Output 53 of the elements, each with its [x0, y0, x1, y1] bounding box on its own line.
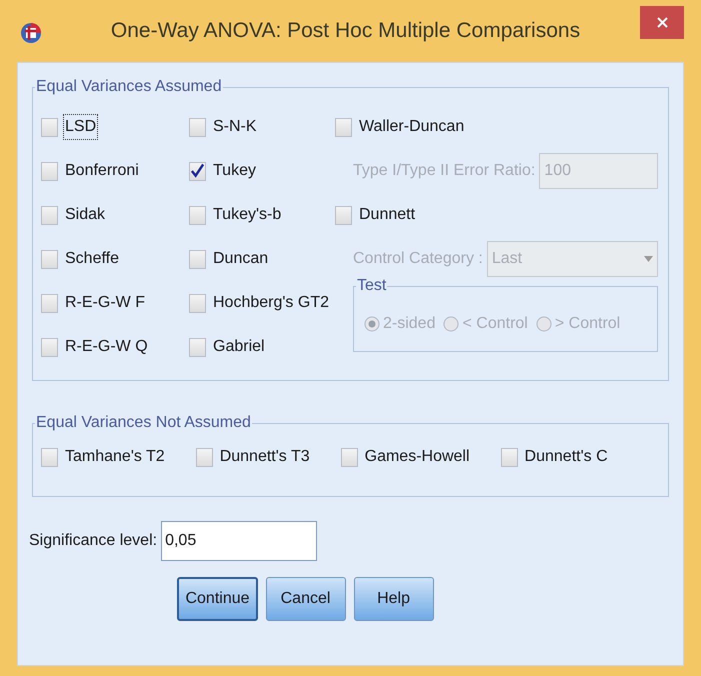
- checkbox[interactable]: [335, 206, 352, 224]
- field-label: Significance level:: [29, 531, 158, 551]
- dialog-button[interactable]: Cancel: [266, 577, 346, 621]
- checkbox[interactable]: [189, 250, 206, 268]
- checkbox-label: Gabriel: [212, 337, 266, 357]
- checkbox-label: LSD: [64, 115, 98, 139]
- checkbox-label: Scheffe: [64, 249, 120, 269]
- checkbox-label: Hochberg's GT2: [212, 293, 330, 313]
- checkbox-label: Waller-Duncan: [358, 117, 466, 137]
- checkbox-label: Sidak: [64, 205, 106, 225]
- radio-circle-icon: [536, 316, 552, 332]
- checkbox[interactable]: [41, 448, 58, 466]
- checkbox-label: Games-Howell: [364, 447, 471, 467]
- radio-circle-icon: [443, 316, 460, 332]
- checkbox[interactable]: [340, 448, 358, 466]
- checkbox[interactable]: [41, 206, 58, 224]
- checkbox-label: Dunnett's T3: [218, 447, 311, 467]
- checkbox-label: R-E-G-W Q: [64, 337, 149, 357]
- close-icon: [656, 17, 668, 28]
- checkbox[interactable]: [196, 448, 213, 466]
- field-label: Control Category :: [353, 249, 483, 269]
- checkbox-label: Bonferroni: [64, 161, 140, 181]
- checkbox[interactable]: [41, 294, 58, 312]
- checkbox[interactable]: [41, 118, 58, 136]
- checkbox[interactable]: [335, 118, 352, 136]
- dialog-button[interactable]: Continue: [177, 577, 258, 621]
- checkbox[interactable]: [41, 250, 58, 268]
- checkbox[interactable]: [41, 338, 58, 356]
- checkbox[interactable]: [189, 162, 206, 180]
- checkbox-label: Tukey: [212, 161, 257, 181]
- group-title: Equal Variances Assumed: [35, 77, 223, 97]
- checkbox[interactable]: [189, 338, 206, 356]
- checkbox[interactable]: [189, 294, 206, 312]
- checkbox-label: Duncan: [212, 249, 270, 269]
- checkbox-label: Dunnett: [358, 205, 416, 225]
- window-title: One-Way ANOVA: Post Hoc Multiple Comparisons: [110, 18, 582, 44]
- checkbox-label: S-N-K: [212, 117, 258, 137]
- checkbox-label: Tukey's-b: [212, 205, 282, 225]
- dropdown-arrow-icon: [644, 256, 653, 262]
- checkbox-label: R-E-G-W F: [64, 293, 146, 313]
- checkbox[interactable]: [500, 448, 518, 466]
- app-icon: [20, 22, 42, 44]
- field-label: Type I/Type II Error Ratio:: [353, 161, 536, 181]
- significance-field[interactable]: 0,05: [161, 521, 318, 561]
- checkbox[interactable]: [189, 118, 206, 136]
- radio-circle-icon: [364, 316, 380, 332]
- group-title: Equal Variances Not Assumed: [35, 413, 252, 433]
- checkbox-label: Tamhane's T2: [64, 447, 166, 467]
- dialog-button[interactable]: Help: [354, 577, 434, 621]
- close-button[interactable]: [640, 6, 684, 39]
- checkbox-label: Dunnett's C: [524, 447, 609, 467]
- checkbox[interactable]: [41, 162, 58, 180]
- checkbox[interactable]: [189, 206, 206, 224]
